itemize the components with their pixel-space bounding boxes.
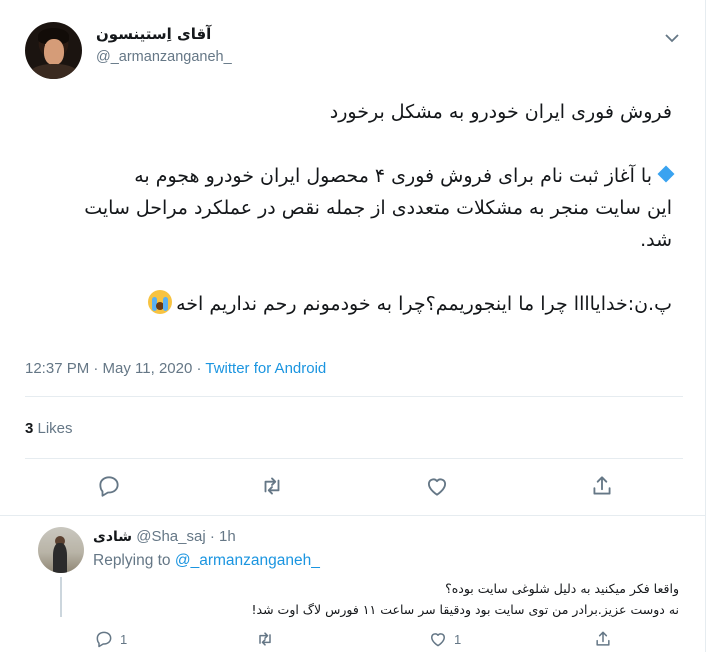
tweet-detail-panel: آقای اِستینسون @_armanzanganeh_ فروش فور…	[0, 0, 710, 652]
reply-line-1: واقعا فکر میکنید به دلیل شلوغی سایت بوده…	[445, 581, 679, 596]
author-display-name[interactable]: آقای اِستینسون	[96, 25, 246, 43]
avatar-body	[53, 543, 67, 573]
share-icon[interactable]	[589, 473, 615, 499]
tweet-time[interactable]: 12:37 PM · May 11, 2020 ·	[25, 360, 205, 377]
avatar-face	[44, 39, 64, 65]
tweet-source-link[interactable]: Twitter for Android	[205, 360, 326, 377]
reply-reply-button[interactable]: 1	[94, 629, 127, 649]
tweet-line-1-text: با آغاز ثبت نام برای فروش فوری ۴ محصول ا…	[134, 165, 652, 187]
share-icon	[596, 631, 610, 646]
replying-to-label: Replying to	[93, 552, 175, 569]
author-handle[interactable]: @_armanzanganeh_	[96, 49, 232, 65]
blue-diamond-icon	[657, 165, 675, 183]
retweet-icon[interactable]	[259, 473, 285, 499]
divider	[25, 458, 683, 459]
reply-handle-time[interactable]: @Sha_saj · 1h	[132, 528, 235, 545]
reply-share-button[interactable]	[593, 629, 613, 649]
heart-icon[interactable]	[424, 473, 450, 499]
reply-author-avatar[interactable]	[38, 527, 84, 573]
chevron-down-icon[interactable]	[663, 30, 681, 44]
reply-like-count: 1	[454, 631, 462, 647]
author-avatar[interactable]	[25, 22, 82, 79]
likes-count[interactable]: 3 Likes	[25, 420, 73, 437]
replying-to: Replying to @_armanzanganeh_	[93, 552, 320, 570]
retweet-icon	[259, 632, 271, 646]
replying-to-mention[interactable]: @_armanzanganeh_	[175, 552, 320, 569]
heart-icon	[431, 633, 445, 647]
reply-author-name[interactable]: شادی	[93, 529, 132, 545]
avatar-shirt	[29, 64, 79, 79]
reply-icon	[96, 631, 112, 648]
tweet-postscript-text: پ.ن:خدایاااا چرا ما اینجوریمم؟چرا به خود…	[176, 293, 672, 315]
reply-retweet-button[interactable]	[255, 629, 275, 649]
loudly-crying-face-icon	[148, 290, 173, 314]
reply-text: واقعا فکر میکنید به دلیل شلوغی سایت بوده…	[93, 578, 679, 620]
reply-icon[interactable]	[96, 473, 122, 499]
tweet-postscript: پ.ن:خدایاااا چرا ما اینجوریمم؟چرا به خود…	[24, 288, 672, 320]
thread-connector	[60, 577, 62, 617]
reply-reply-count: 1	[120, 631, 128, 647]
tweet-text: فروش فوری ایران خودرو به مشکل برخورد با …	[24, 96, 675, 320]
reply-header: شادی @Sha_saj · 1h	[93, 528, 236, 545]
section-divider	[0, 515, 706, 516]
reply-like-button[interactable]: 1	[428, 629, 461, 649]
divider	[25, 396, 683, 397]
panel-border	[705, 0, 706, 652]
reply-line-2: نه دوست عزیز.برادر من توی سایت بود ودقیق…	[251, 602, 679, 617]
tweet-headline: فروش فوری ایران خودرو به مشکل برخورد	[329, 101, 672, 123]
tweet-line-3: شد.	[640, 229, 672, 251]
tweet-timestamp: 12:37 PM · May 11, 2020 · Twitter for An…	[25, 360, 326, 377]
tweet-line-2: این سایت منجر به مشکلات متعددی از جمله ن…	[84, 197, 672, 219]
likes-label: Likes	[33, 420, 73, 437]
tweet-line-1: با آغاز ثبت نام برای فروش فوری ۴ محصول ا…	[24, 160, 675, 192]
